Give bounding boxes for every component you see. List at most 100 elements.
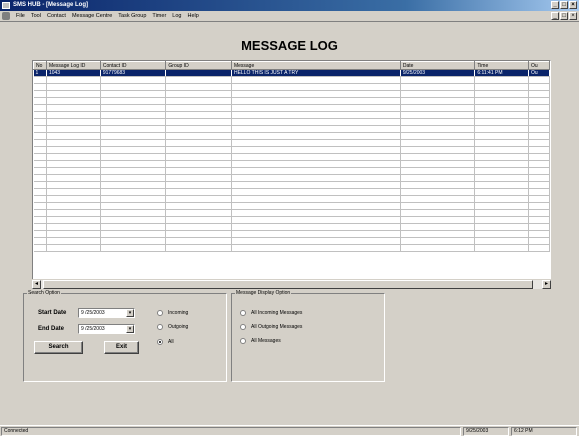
chevron-down-icon[interactable]: ▾ [126,309,134,317]
table-cell [400,90,476,98]
radio-all-incoming[interactable]: All Incoming Messages [240,310,302,316]
table-row[interactable] [33,202,550,210]
column-header[interactable]: Contact ID [99,61,167,70]
menu-task-group[interactable]: Task Group [118,13,146,19]
table-cell [100,76,167,84]
menu-help[interactable]: Help [187,13,198,19]
radio-outgoing-dot[interactable] [157,324,163,330]
table-row[interactable] [33,160,550,168]
table-cell [33,202,47,210]
table-cell [400,76,476,84]
table-row[interactable] [33,181,550,189]
radio-incoming[interactable]: Incoming [157,310,188,316]
table-cell [100,202,167,210]
table-row[interactable] [33,223,550,231]
table-cell [33,139,47,147]
table-row[interactable] [33,195,550,203]
menu-log[interactable]: Log [172,13,181,19]
table-cell [165,216,232,224]
scroll-right-icon[interactable]: ▸ [542,280,551,289]
radio-all-messages[interactable]: All Messages [240,338,281,344]
table-cell [33,223,47,231]
table-cell [46,153,101,161]
search-button[interactable]: Search [34,341,83,354]
column-header[interactable]: Date [399,61,476,70]
table-row[interactable] [33,153,550,161]
radio-all[interactable]: All [157,339,174,345]
maximize-button[interactable]: □ [560,1,568,9]
document-icon[interactable] [2,12,10,20]
chevron-down-icon[interactable]: ▾ [126,325,134,333]
radio-all-messages-dot[interactable] [240,338,246,344]
table-row[interactable]: 1 1043 91779683 HELLO THIS IS JUST A TRY 9/2… [33,69,550,77]
radio-incoming-dot[interactable] [157,310,163,316]
table-cell [231,118,401,126]
menu-timer[interactable]: Timer [152,13,166,19]
column-header[interactable]: No [33,61,47,70]
window-title: SMS HUB - [Message Log] [13,2,89,8]
table-row[interactable] [33,76,550,84]
column-header[interactable]: Message Log ID [45,61,101,70]
minimize-button[interactable]: _ [551,1,559,9]
title-bar: SMS HUB - [Message Log] _ □ × [0,0,579,11]
table-cell [165,202,232,210]
table-row[interactable] [33,174,550,182]
table-row[interactable] [33,188,550,196]
table-row[interactable] [33,167,550,175]
table-row[interactable] [33,90,550,98]
message-grid[interactable]: No Message Log ID Contact ID Group ID Messag… [32,60,551,289]
table-row[interactable] [33,146,550,154]
table-row[interactable] [33,118,550,126]
table-row[interactable] [33,132,550,140]
table-cell [231,174,401,182]
table-row[interactable] [33,83,550,91]
table-cell [33,125,47,133]
table-cell [100,160,167,168]
table-row[interactable] [33,237,550,245]
exit-button[interactable]: Exit [104,341,139,354]
end-date-picker[interactable]: 9 /25/2003 ▾ [78,324,135,334]
child-close-button[interactable]: × [569,12,577,20]
column-header[interactable]: Message [230,61,401,70]
column-header[interactable]: Group ID [165,61,232,70]
table-row[interactable] [33,216,550,224]
column-header[interactable]: Ou [528,61,550,70]
column-header[interactable]: Time [474,61,530,70]
radio-all-outgoing-dot[interactable] [240,324,246,330]
start-date-picker[interactable]: 9 /25/2003 ▾ [78,308,135,318]
table-cell [474,209,530,217]
menu-file[interactable]: File [16,13,25,19]
table-row[interactable] [33,244,550,252]
table-cell [100,181,167,189]
scroll-thumb[interactable] [43,280,533,289]
table-cell [231,125,401,133]
child-minimize-button[interactable]: _ [551,12,559,20]
menu-tool[interactable]: Tool [31,13,41,19]
table-row[interactable] [33,97,550,105]
radio-outgoing[interactable]: Outgoing [157,324,188,330]
table-row[interactable] [33,111,550,119]
table-row[interactable] [33,104,550,112]
table-cell [46,188,101,196]
menu-contact[interactable]: Contact [47,13,66,19]
table-cell [474,223,530,231]
radio-all-incoming-dot[interactable] [240,310,246,316]
table-cell [474,104,530,112]
table-cell [474,146,530,154]
child-restore-button[interactable]: □ [560,12,568,20]
table-row[interactable] [33,139,550,147]
table-cell [165,97,232,105]
menu-message-centre[interactable]: Message Centre [72,13,112,19]
message-display-option-group: Message Display Option [231,290,385,382]
horizontal-scrollbar[interactable]: ◂ ▸ [32,279,551,289]
table-row[interactable] [33,209,550,217]
table-cell [33,153,47,161]
table-row[interactable] [33,230,550,238]
scroll-left-icon[interactable]: ◂ [32,280,41,289]
table-cell [528,237,550,245]
radio-all-dot[interactable] [157,339,163,345]
radio-all-outgoing[interactable]: All Outgoing Messages [240,324,302,330]
table-cell [46,167,101,175]
close-button[interactable]: × [569,1,577,9]
table-row[interactable] [33,125,550,133]
